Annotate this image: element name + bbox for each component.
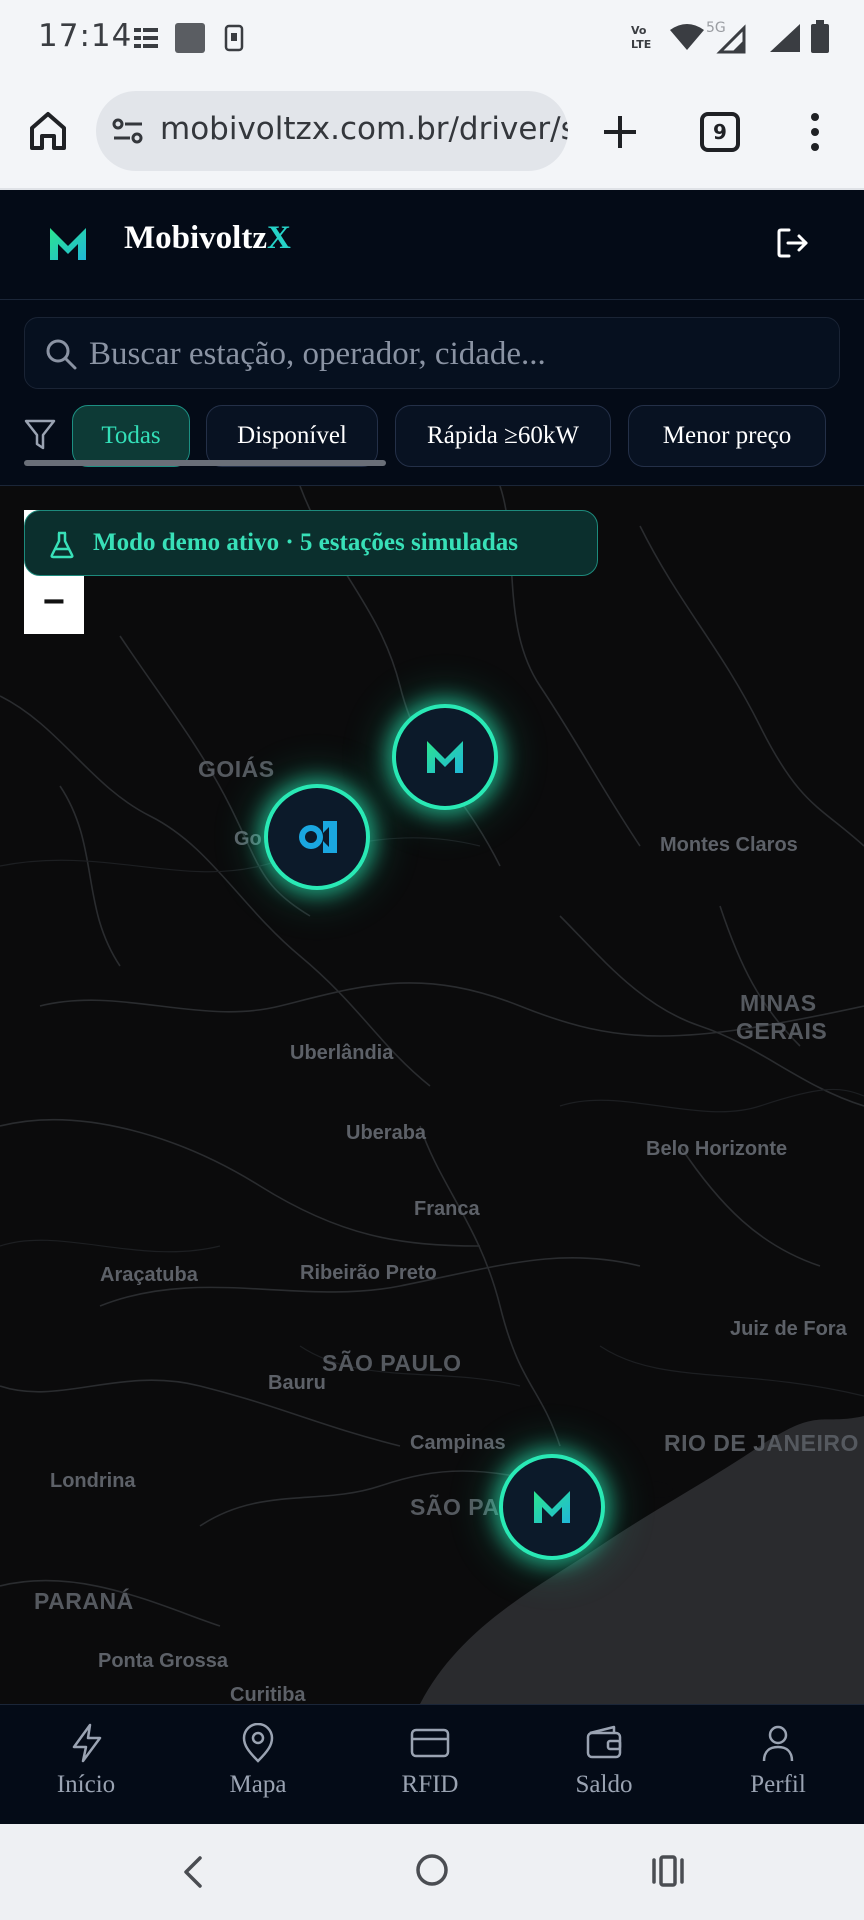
svg-text:Vo: Vo: [631, 24, 647, 37]
filter-chip-todas[interactable]: Todas: [72, 405, 190, 467]
map-label-belo-horizonte: Belo Horizonte: [646, 1138, 788, 1160]
map-label-uberaba: Uberaba: [346, 1122, 427, 1144]
demo-mode-banner: Modo demo ativo · 5 estações simuladas: [24, 510, 598, 576]
tab-count: 9: [713, 120, 727, 144]
map-label-uberlandia: Uberlândia: [290, 1042, 394, 1064]
map-label-aracatuba: Araçatuba: [100, 1264, 198, 1286]
home-nav-icon[interactable]: [414, 1852, 450, 1888]
map-label-rio-de-janeiro: RIO DE JANEIRO: [664, 1430, 859, 1456]
map-rivers: [0, 486, 864, 1704]
map-label-montes-claros: Montes Claros: [660, 834, 798, 856]
recents-icon[interactable]: [650, 1854, 686, 1888]
svg-text:5G: 5G: [706, 20, 726, 36]
brand-main: Mobivoltz: [124, 220, 267, 256]
filter-chip-rapida[interactable]: Rápida ≥60kW: [395, 405, 611, 467]
map-label-minas-2: GERAIS: [736, 1018, 828, 1044]
image-icon: [175, 23, 205, 53]
card-icon: [410, 1728, 450, 1758]
wifi-icon: [670, 24, 704, 50]
nav-item-rfid[interactable]: RFID: [344, 1705, 516, 1825]
search-box: [24, 317, 840, 390]
map-label-curitiba: Curitiba: [230, 1684, 306, 1704]
map-label-bauru: Bauru: [268, 1372, 326, 1394]
filter-chip-menor-preco[interactable]: Menor preço: [628, 405, 826, 467]
nav-item-perfil[interactable]: Perfil: [692, 1705, 864, 1825]
nav-label-inicio: Início: [56, 1771, 116, 1798]
mobivoltz-logo-icon: [534, 1491, 570, 1523]
back-icon[interactable]: [180, 1854, 204, 1890]
map-label-sao-paulo-city: SÃO PA: [410, 1494, 500, 1520]
map-label-goias: GOIÁS: [198, 756, 275, 782]
map-label-sao-paulo-state: SÃO PAULO: [322, 1350, 462, 1376]
svg-text:LTE: LTE: [631, 38, 651, 51]
nav-label-perfil: Perfil: [750, 1771, 806, 1798]
map-view[interactable]: GOIÁS Go Montes Claros MINAS GERAIS Uber…: [0, 486, 864, 1704]
map-label-parana: PARANÁ: [34, 1588, 134, 1614]
zoom-out-button[interactable]: −: [24, 570, 84, 634]
map-label-juiz-de-fora: Juiz de Fora: [730, 1318, 847, 1340]
station-marker[interactable]: [499, 1454, 605, 1560]
map-label-franca: Franca: [414, 1198, 480, 1220]
brand-name: MobivoltzX: [124, 220, 291, 257]
new-tab-icon[interactable]: [600, 112, 640, 152]
tab-switcher-button[interactable]: 9: [700, 112, 740, 152]
nav-label-saldo: Saldo: [575, 1771, 633, 1798]
browser-toolbar: mobivoltzx.com.br/driver/st 9: [0, 74, 864, 190]
bottom-navigation: Início Mapa RFID Saldo Perfil: [0, 1704, 864, 1824]
status-bar: 17:14 Vo LTE 5G: [0, 0, 864, 74]
filter-icon[interactable]: [24, 418, 56, 452]
notification-icon: [134, 28, 158, 48]
nav-item-saldo[interactable]: Saldo: [518, 1705, 690, 1825]
url-text: mobivoltzx.com.br/driver/st: [160, 111, 568, 147]
signal-5g-icon: 5G: [706, 20, 746, 54]
logo-icon[interactable]: [48, 224, 88, 264]
nav-label-rfid: RFID: [401, 1771, 459, 1798]
map-pin-icon: [242, 1723, 274, 1763]
home-icon[interactable]: [28, 110, 68, 152]
flask-icon: [50, 531, 74, 559]
filter-chip-disponivel[interactable]: Disponível: [206, 405, 378, 467]
volte-icon: VoLTE: [631, 24, 651, 51]
wallet-icon: [586, 1725, 622, 1759]
url-bar[interactable]: mobivoltzx.com.br/driver/st: [96, 91, 568, 171]
demo-mode-text: Modo demo ativo · 5 estações simuladas: [93, 529, 518, 556]
search-input[interactable]: [89, 318, 829, 390]
map-label-campinas: Campinas: [410, 1432, 506, 1454]
user-icon: [762, 1725, 794, 1762]
site-settings-icon[interactable]: [112, 117, 144, 145]
app-header: MobivoltzX: [0, 190, 864, 300]
operator-logo-icon: [299, 821, 337, 853]
station-marker[interactable]: [264, 784, 370, 890]
system-navigation-bar: [0, 1824, 864, 1920]
mobivoltz-logo-icon: [427, 741, 463, 773]
phone-icon: [224, 24, 244, 52]
status-time: 17:14: [38, 18, 133, 54]
map-label-ponta-grossa: Ponta Grossa: [98, 1650, 229, 1672]
station-marker[interactable]: [392, 704, 498, 810]
map-label-go: Go: [234, 828, 262, 850]
lightning-icon: [72, 1723, 102, 1763]
search-filter-section: Todas Disponível Rápida ≥60kW Menor preç…: [0, 300, 864, 486]
map-label-ribeirao-preto: Ribeirão Preto: [300, 1262, 437, 1284]
brand-accent: X: [266, 220, 291, 256]
map-label-minas-1: MINAS: [740, 990, 817, 1016]
nav-item-inicio[interactable]: Início: [0, 1705, 172, 1825]
more-vert-icon[interactable]: [808, 112, 822, 152]
chips-scroll-indicator[interactable]: [24, 460, 386, 466]
nav-label-mapa: Mapa: [229, 1771, 287, 1798]
search-icon: [46, 339, 77, 370]
battery-icon: [811, 20, 829, 53]
logout-icon[interactable]: [776, 226, 810, 260]
map-label-londrina: Londrina: [50, 1470, 136, 1492]
nav-item-mapa[interactable]: Mapa: [172, 1705, 344, 1825]
signal-icon: [770, 24, 800, 52]
